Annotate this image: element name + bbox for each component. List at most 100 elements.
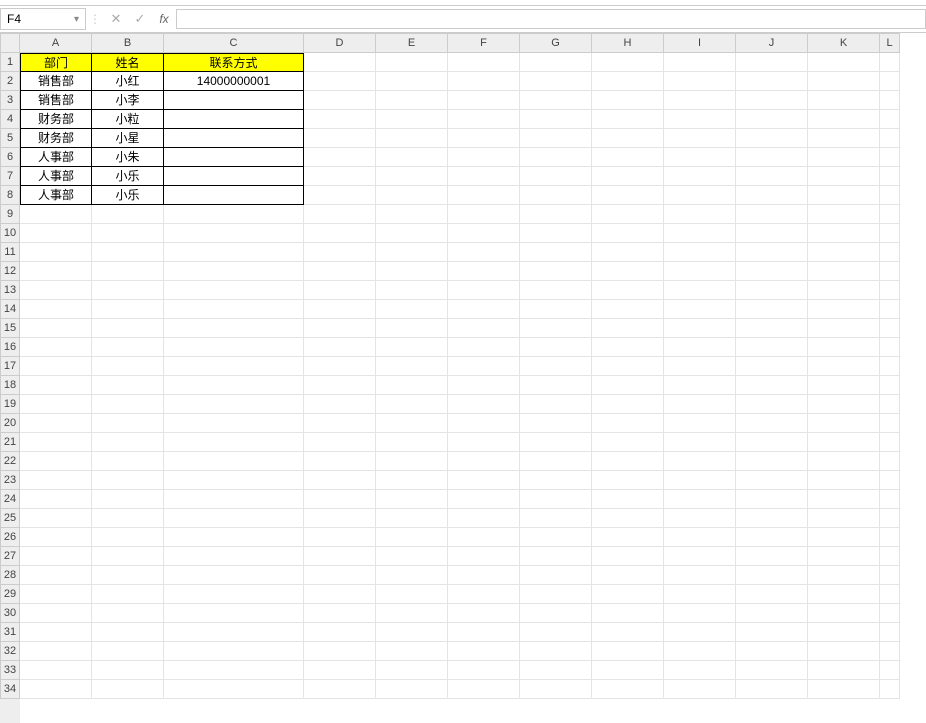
cell[interactable] (736, 91, 808, 110)
cell[interactable] (664, 585, 736, 604)
column-header[interactable]: H (592, 33, 664, 53)
cell[interactable] (92, 262, 164, 281)
cell[interactable] (736, 129, 808, 148)
cell[interactable]: 小星 (92, 129, 164, 148)
cell[interactable] (448, 186, 520, 205)
column-header[interactable]: L (880, 33, 900, 53)
cell[interactable] (164, 414, 304, 433)
cell[interactable] (376, 338, 448, 357)
cell[interactable] (664, 604, 736, 623)
cell[interactable] (592, 585, 664, 604)
cell[interactable] (592, 53, 664, 72)
cell[interactable]: 财务部 (20, 129, 92, 148)
cell[interactable] (880, 452, 900, 471)
cell[interactable] (808, 72, 880, 91)
cell[interactable] (880, 281, 900, 300)
cell[interactable] (448, 72, 520, 91)
cell[interactable] (664, 357, 736, 376)
cell[interactable] (664, 528, 736, 547)
cell[interactable] (880, 490, 900, 509)
cell[interactable] (376, 433, 448, 452)
cell[interactable] (520, 148, 592, 167)
cell[interactable] (164, 281, 304, 300)
cell[interactable] (808, 490, 880, 509)
cell[interactable] (736, 167, 808, 186)
name-box-dropdown-icon[interactable]: ▾ (74, 14, 79, 25)
cell[interactable] (304, 376, 376, 395)
cell[interactable] (448, 414, 520, 433)
cell[interactable] (376, 528, 448, 547)
cell[interactable] (808, 167, 880, 186)
cell[interactable] (20, 642, 92, 661)
cell[interactable] (448, 509, 520, 528)
cell[interactable] (164, 205, 304, 224)
cell[interactable] (164, 471, 304, 490)
cell[interactable] (20, 338, 92, 357)
cell[interactable] (592, 281, 664, 300)
cell[interactable] (592, 91, 664, 110)
cell[interactable] (448, 547, 520, 566)
cell[interactable] (520, 680, 592, 699)
cell[interactable] (880, 338, 900, 357)
cell[interactable] (376, 148, 448, 167)
cell[interactable] (520, 395, 592, 414)
cell[interactable] (520, 262, 592, 281)
cell[interactable] (880, 623, 900, 642)
cell[interactable] (448, 642, 520, 661)
cell[interactable] (736, 148, 808, 167)
cell[interactable] (880, 604, 900, 623)
cell[interactable] (736, 680, 808, 699)
cell[interactable] (164, 376, 304, 395)
cell[interactable] (664, 186, 736, 205)
cell[interactable] (880, 148, 900, 167)
cell[interactable] (20, 585, 92, 604)
cell[interactable] (164, 433, 304, 452)
cell[interactable] (304, 243, 376, 262)
cell[interactable] (20, 661, 92, 680)
row-header[interactable]: 11 (0, 243, 20, 262)
cell[interactable] (736, 509, 808, 528)
cell[interactable] (736, 376, 808, 395)
cell[interactable] (592, 376, 664, 395)
cell[interactable] (520, 490, 592, 509)
cell[interactable] (376, 205, 448, 224)
cell[interactable] (448, 338, 520, 357)
cell[interactable] (376, 452, 448, 471)
cell[interactable] (664, 300, 736, 319)
cell[interactable] (808, 642, 880, 661)
row-header[interactable]: 8 (0, 186, 20, 205)
cell[interactable] (880, 129, 900, 148)
cell[interactable] (304, 509, 376, 528)
cell[interactable] (376, 186, 448, 205)
cell[interactable] (664, 148, 736, 167)
cell[interactable] (664, 680, 736, 699)
cell[interactable] (880, 262, 900, 281)
cell[interactable] (664, 471, 736, 490)
accept-icon[interactable]: ✓ (128, 11, 152, 27)
cell[interactable] (592, 395, 664, 414)
cell[interactable] (304, 661, 376, 680)
cell[interactable] (520, 623, 592, 642)
row-header[interactable]: 31 (0, 623, 20, 642)
cell[interactable]: 小乐 (92, 186, 164, 205)
cell[interactable] (20, 300, 92, 319)
row-header[interactable]: 13 (0, 281, 20, 300)
cell[interactable] (880, 300, 900, 319)
cell[interactable] (92, 414, 164, 433)
cell[interactable] (376, 72, 448, 91)
cell[interactable] (164, 623, 304, 642)
formula-input[interactable] (176, 9, 926, 29)
cell[interactable]: 人事部 (20, 186, 92, 205)
cell[interactable] (664, 319, 736, 338)
cell[interactable] (736, 357, 808, 376)
cell[interactable] (376, 110, 448, 129)
cell[interactable] (808, 452, 880, 471)
column-header[interactable]: F (448, 33, 520, 53)
cell[interactable] (164, 243, 304, 262)
cell[interactable] (164, 186, 304, 205)
cell[interactable] (376, 53, 448, 72)
cell[interactable] (592, 262, 664, 281)
column-header[interactable]: G (520, 33, 592, 53)
cell[interactable] (880, 53, 900, 72)
cell[interactable] (448, 680, 520, 699)
